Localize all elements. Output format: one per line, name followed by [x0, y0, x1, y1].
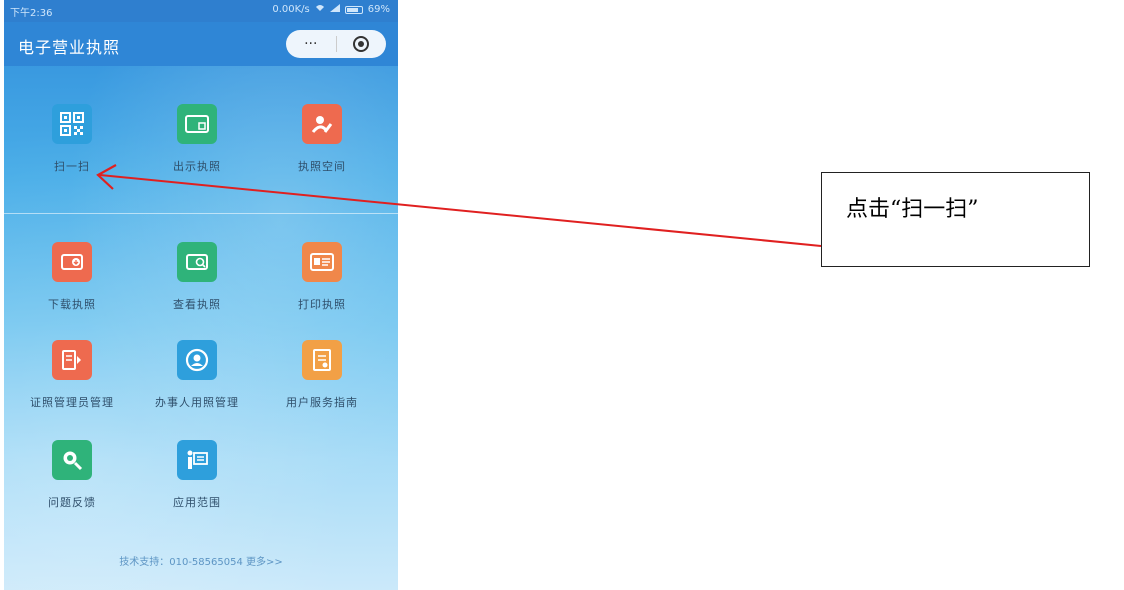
navbar: 电子营业执照 ···	[4, 22, 398, 66]
download-license-icon	[52, 242, 92, 282]
admin-manage-icon	[52, 340, 92, 380]
feedback-search-icon	[52, 440, 92, 480]
status-bar: 下午2:36 0.00K/s 69%	[4, 0, 398, 22]
battery-percent: 69%	[367, 4, 390, 15]
grid-item-scan[interactable]: 扫一扫	[12, 104, 132, 194]
page-title: 电子营业执照	[18, 38, 121, 57]
annotation-text: 点击“扫一扫”	[846, 197, 979, 222]
wifi-icon	[315, 4, 325, 15]
grid-item-license-space[interactable]: 执照空间	[262, 104, 382, 194]
grid-item-admin-manage[interactable]: 证照管理员管理	[12, 340, 132, 430]
grid-item-label: 用户服务指南	[286, 396, 358, 409]
grid-item-label: 问题反馈	[48, 496, 96, 509]
agent-manage-icon	[177, 340, 217, 380]
print-license-icon	[302, 242, 342, 282]
tech-support-footer[interactable]: 技术支持：010-58565054 更多>>	[4, 553, 398, 568]
grid-item-label: 查看执照	[173, 298, 221, 311]
mini-program-capsule: ···	[286, 30, 386, 58]
grid-item-show-license[interactable]: 出示执照	[137, 104, 257, 194]
network-speed: 0.00K/s	[272, 4, 310, 15]
application-scope-icon	[177, 440, 217, 480]
grid-item-view-license[interactable]: 查看执照	[137, 242, 257, 332]
grid-item-feedback[interactable]: 问题反馈	[12, 440, 132, 530]
grid-item-application-scope[interactable]: 应用范围	[137, 440, 257, 530]
grid-item-print-license[interactable]: 打印执照	[262, 242, 382, 332]
user-guide-icon	[302, 340, 342, 380]
grid-item-label: 扫一扫	[54, 160, 90, 173]
license-space-icon	[302, 104, 342, 144]
grid-item-label: 执照空间	[298, 160, 346, 173]
view-license-icon	[177, 242, 217, 282]
grid-item-agent-manage[interactable]: 办事人用照管理	[137, 340, 257, 430]
grid-item-label: 下载执照	[48, 298, 96, 311]
more-button[interactable]: ···	[286, 30, 336, 58]
grid-item-label: 打印执照	[298, 298, 346, 311]
phone-screen: 下午2:36 0.00K/s 69% 电子营业执照 ··· 扫一扫 出示执照 执…	[4, 0, 398, 590]
target-icon	[353, 36, 370, 52]
close-button[interactable]	[337, 30, 387, 58]
more-dots-icon: ···	[304, 36, 318, 52]
battery-icon	[344, 5, 363, 14]
grid-item-label: 办事人用照管理	[155, 396, 239, 409]
grid-item-user-guide[interactable]: 用户服务指南	[262, 340, 382, 430]
signal-icon	[329, 4, 340, 15]
grid-item-download-license[interactable]: 下载执照	[12, 242, 132, 332]
grid-item-label: 证照管理员管理	[30, 396, 114, 409]
license-card-icon	[177, 104, 217, 144]
qr-scan-icon	[52, 104, 92, 144]
status-time: 下午2:36	[10, 8, 53, 19]
status-right-group: 0.00K/s 69%	[272, 4, 390, 15]
section-divider	[4, 213, 398, 214]
grid-item-label: 出示执照	[173, 160, 221, 173]
annotation-callout: 点击“扫一扫”	[821, 172, 1090, 267]
grid-item-label: 应用范围	[173, 496, 221, 509]
